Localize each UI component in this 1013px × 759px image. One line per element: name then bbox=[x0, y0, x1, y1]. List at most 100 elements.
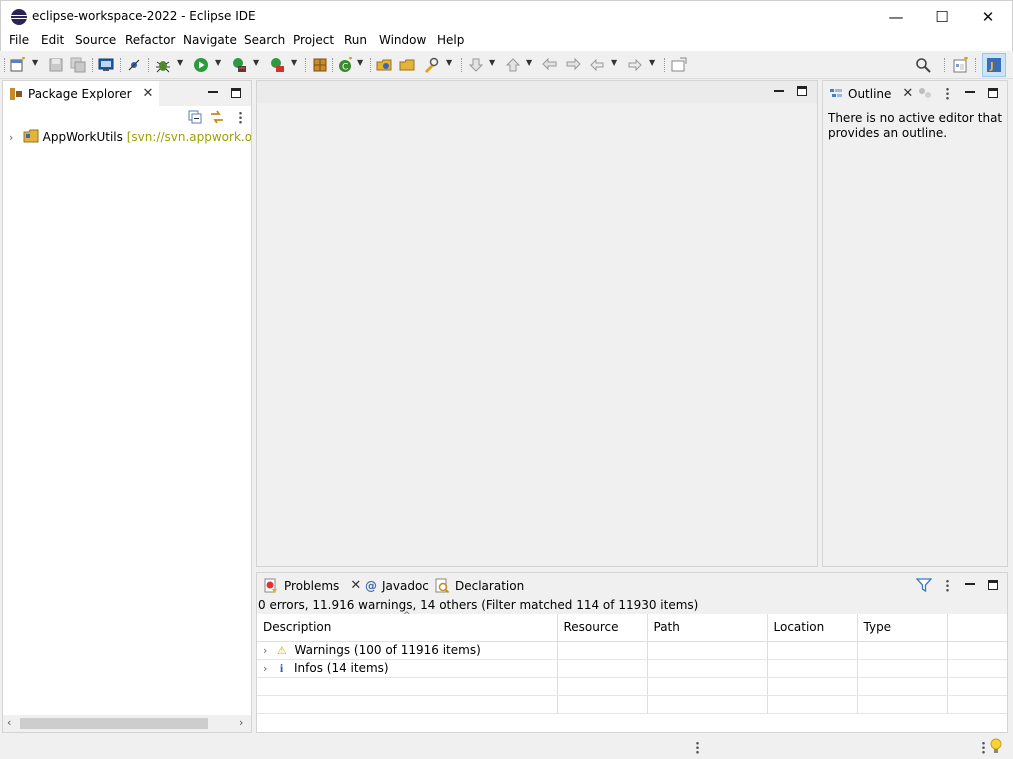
menu-run[interactable]: Run bbox=[344, 33, 367, 47]
new-java-package-icon[interactable] bbox=[312, 57, 328, 73]
external-tools-icon[interactable] bbox=[269, 57, 285, 73]
minimize-button[interactable]: — bbox=[873, 1, 919, 32]
menu-source[interactable]: Source bbox=[75, 33, 116, 47]
close-tab-icon[interactable]: ✕ bbox=[902, 86, 913, 101]
run-icon[interactable] bbox=[193, 57, 209, 73]
new-java-class-icon[interactable]: C bbox=[337, 57, 353, 73]
coverage-icon[interactable] bbox=[231, 57, 247, 73]
table-cell bbox=[647, 695, 768, 714]
close-button[interactable]: ✕ bbox=[965, 1, 1011, 32]
tree-item-project[interactable]: › AppWorkUtils [svn://svn.appwork.org/u bbox=[9, 129, 251, 144]
toolbar-separator bbox=[944, 58, 945, 72]
open-type-icon[interactable] bbox=[376, 57, 392, 73]
project-name: AppWorkUtils bbox=[42, 130, 123, 144]
view-menu-icon[interactable] bbox=[239, 111, 242, 124]
menu-search[interactable]: Search bbox=[244, 33, 285, 47]
search-dropdown-icon[interactable]: ▼ bbox=[446, 58, 452, 67]
search-icon[interactable] bbox=[915, 57, 931, 73]
forward-edit-icon[interactable] bbox=[565, 57, 581, 73]
minimize-view-icon[interactable] bbox=[965, 583, 975, 585]
last-edit-location-icon[interactable] bbox=[542, 57, 558, 73]
warnings-group-cell[interactable]: › ⚠ Warnings (100 of 11916 items) bbox=[257, 641, 558, 660]
menu-help[interactable]: Help bbox=[437, 33, 464, 47]
minimize-editor-icon[interactable] bbox=[774, 90, 784, 92]
next-annotation-dropdown-icon[interactable]: ▼ bbox=[489, 58, 495, 67]
table-cell bbox=[857, 677, 948, 696]
expand-icon[interactable]: › bbox=[263, 644, 273, 657]
column-location[interactable]: Location bbox=[767, 614, 858, 642]
column-description[interactable]: Description bbox=[257, 614, 558, 642]
tab-outline[interactable]: Outline ✕ bbox=[823, 81, 920, 106]
coverage-dropdown-icon[interactable]: ▼ bbox=[253, 58, 259, 67]
debug-icon[interactable] bbox=[155, 57, 171, 73]
tab-javadoc[interactable]: @ Javadoc bbox=[359, 573, 435, 598]
previous-annotation-dropdown-icon[interactable]: ▼ bbox=[526, 58, 532, 67]
eclipse-logo-icon bbox=[11, 9, 27, 25]
column-resource[interactable]: Resource bbox=[557, 614, 648, 642]
maximize-editor-icon[interactable] bbox=[797, 86, 807, 96]
tab-package-explorer[interactable]: Package Explorer ✕ bbox=[3, 81, 160, 106]
infos-group-label: Infos (14 items) bbox=[294, 660, 389, 675]
table-cell bbox=[257, 677, 558, 696]
scrollbar-thumb[interactable] bbox=[20, 718, 208, 729]
forward-icon[interactable] bbox=[627, 57, 643, 73]
tab-declaration[interactable]: Declaration bbox=[428, 573, 530, 598]
expand-icon[interactable]: › bbox=[263, 662, 273, 675]
open-folder-icon[interactable] bbox=[399, 57, 415, 73]
maximize-view-icon[interactable] bbox=[231, 88, 241, 98]
column-type[interactable]: Type bbox=[857, 614, 948, 642]
menu-file[interactable]: File bbox=[9, 33, 29, 47]
terminal-icon[interactable] bbox=[98, 57, 114, 73]
java-perspective-toggle[interactable]: J bbox=[982, 53, 1006, 77]
view-menu-icon[interactable] bbox=[946, 87, 949, 100]
menu-window[interactable]: Window bbox=[379, 33, 426, 47]
new-dropdown-icon[interactable]: ▼ bbox=[32, 58, 38, 67]
minimize-view-icon[interactable] bbox=[965, 91, 975, 93]
close-tab-icon[interactable]: ✕ bbox=[143, 86, 154, 101]
save-icon[interactable] bbox=[48, 57, 64, 73]
back-icon[interactable] bbox=[589, 57, 605, 73]
tip-lightbulb-icon[interactable] bbox=[989, 738, 1003, 754]
table-row[interactable]: › i Infos (14 items) bbox=[257, 659, 1007, 678]
run-dropdown-icon[interactable]: ▼ bbox=[215, 58, 221, 67]
maximize-view-icon[interactable] bbox=[988, 88, 998, 98]
menu-refactor[interactable]: Refactor bbox=[125, 33, 175, 47]
infos-group-cell[interactable]: › i Infos (14 items) bbox=[257, 659, 558, 678]
project-svn-decoration: [svn://svn.appwork.org/u bbox=[126, 130, 251, 144]
warning-icon: ⚠ bbox=[276, 644, 287, 657]
search-task-icon[interactable] bbox=[423, 57, 439, 73]
tab-problems[interactable]: Problems ✕ bbox=[257, 573, 368, 598]
maximize-view-icon[interactable] bbox=[988, 580, 998, 590]
forward-dropdown-icon[interactable]: ▼ bbox=[649, 58, 655, 67]
table-row bbox=[257, 695, 1007, 714]
minimize-view-icon[interactable] bbox=[208, 91, 218, 93]
table-row[interactable]: › ⚠ Warnings (100 of 11916 items) bbox=[257, 641, 1007, 660]
view-menu-icon[interactable] bbox=[946, 579, 949, 592]
menu-edit[interactable]: Edit bbox=[41, 33, 64, 47]
new-icon[interactable] bbox=[10, 57, 26, 73]
filter-icon[interactable] bbox=[916, 577, 932, 593]
skip-breakpoints-icon[interactable] bbox=[126, 57, 142, 73]
pin-editor-icon[interactable] bbox=[671, 57, 687, 73]
outline-options-icon[interactable] bbox=[918, 86, 932, 100]
javadoc-icon: @ bbox=[365, 578, 377, 593]
back-dropdown-icon[interactable]: ▼ bbox=[611, 58, 617, 67]
column-path[interactable]: Path bbox=[647, 614, 768, 642]
previous-annotation-icon[interactable] bbox=[505, 57, 521, 73]
open-perspective-icon[interactable] bbox=[953, 57, 969, 73]
table-cell bbox=[857, 641, 948, 660]
new-java-class-dropdown-icon[interactable]: ▼ bbox=[357, 58, 363, 67]
next-annotation-icon[interactable] bbox=[468, 57, 484, 73]
save-all-icon[interactable] bbox=[70, 57, 86, 73]
menu-project[interactable]: Project bbox=[293, 33, 334, 47]
maximize-button[interactable]: ☐ bbox=[919, 1, 965, 32]
link-with-editor-icon[interactable] bbox=[209, 109, 225, 125]
scroll-right-icon[interactable]: › bbox=[239, 716, 243, 729]
expand-icon[interactable]: › bbox=[9, 131, 19, 144]
debug-dropdown-icon[interactable]: ▼ bbox=[177, 58, 183, 67]
collapse-all-icon[interactable] bbox=[188, 110, 202, 124]
horizontal-scrollbar[interactable]: ‹ › bbox=[3, 715, 251, 732]
scroll-left-icon[interactable]: ‹ bbox=[7, 716, 11, 729]
menu-navigate[interactable]: Navigate bbox=[183, 33, 237, 47]
external-tools-dropdown-icon[interactable]: ▼ bbox=[291, 58, 297, 67]
